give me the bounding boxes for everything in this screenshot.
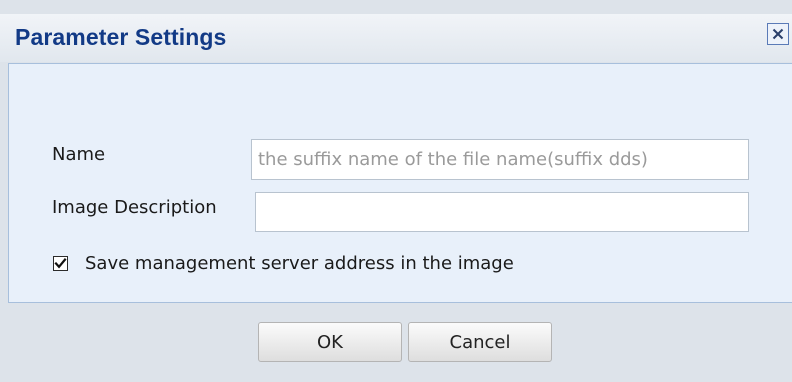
name-input[interactable]: [251, 139, 749, 180]
name-label: Name: [52, 144, 106, 165]
parameter-settings-dialog: Parameter Settings Name Image Descriptio…: [0, 0, 792, 382]
save-address-checkbox[interactable]: [53, 256, 68, 271]
close-icon: [772, 28, 784, 40]
save-address-label: Save management server address in the im…: [85, 253, 514, 274]
image-description-label: Image Description: [52, 197, 217, 218]
ok-button[interactable]: OK: [258, 322, 402, 362]
close-button[interactable]: [767, 23, 789, 45]
checkmark-icon: [54, 258, 67, 269]
image-description-input[interactable]: [255, 192, 749, 232]
save-address-option[interactable]: Save management server address in the im…: [53, 253, 514, 274]
dialog-title: Parameter Settings: [15, 24, 227, 50]
cancel-button[interactable]: Cancel: [408, 322, 552, 362]
